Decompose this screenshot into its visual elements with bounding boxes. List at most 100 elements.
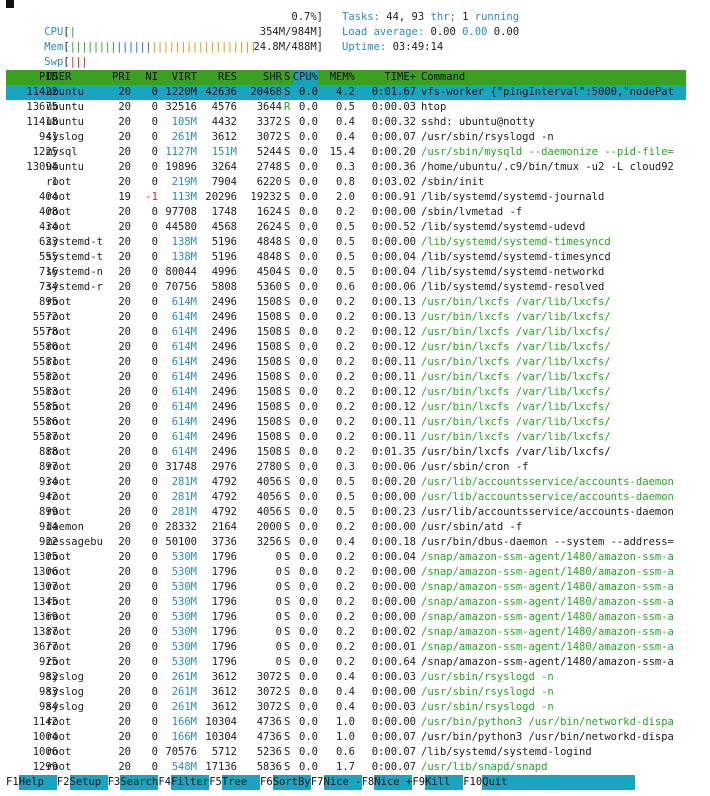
fkey-f3-button[interactable]: Search bbox=[120, 775, 159, 790]
row-res: 2496 bbox=[211, 341, 237, 353]
table-row[interactable]: 11418 ubuntu 20 0 105M 4432 3372 S 0.0 0.4 0:00.32… bbox=[6, 115, 686, 130]
row-time: 0:00.07 bbox=[371, 131, 416, 143]
row-virt: 44580 bbox=[165, 221, 197, 233]
col-mem[interactable]: MEM% bbox=[330, 70, 355, 85]
col-user[interactable]: USER bbox=[46, 70, 71, 85]
table-row[interactable]: 914 daemon 20 0 28332 2164 2000 S 0.0 0.2 0:00.00/… bbox=[6, 520, 686, 535]
table-row[interactable]: 1004 root 20 0 166M 10304 4736 S 0.0 1.0 0:00.07/u… bbox=[6, 730, 686, 745]
table-row[interactable]: 1387 root 20 0 530M 1796 0 S 0.0 0.2 0:00.02/snap/… bbox=[6, 625, 686, 640]
fkey-f1-button[interactable]: Help bbox=[18, 775, 57, 790]
table-row[interactable]: 716 systemd-n 20 0 80044 4996 4504 S 0.0 0.5 0:00.… bbox=[6, 265, 686, 280]
row-state: S bbox=[284, 296, 291, 308]
row-shr: 0 bbox=[275, 656, 282, 668]
fkey-f4-button[interactable]: Filter bbox=[171, 775, 210, 790]
fkey-f9-button[interactable]: Kill bbox=[425, 775, 464, 790]
table-row[interactable]: 899 root 20 0 281M 4792 4056 S 0.0 0.5 0:00.23/usr… bbox=[6, 505, 686, 520]
table-row[interactable]: 984 syslog 20 0 261M 3612 3072 S 0.0 0.4 0:00.03/u… bbox=[6, 700, 686, 715]
row-cpu: 0.0 bbox=[299, 341, 318, 353]
row-cpu: 0.0 bbox=[299, 716, 318, 728]
row-cpu: 0.0 bbox=[299, 281, 318, 293]
row-pri: 20 bbox=[118, 401, 131, 413]
table-row[interactable]: 1307 root 20 0 530M 1796 0 S 0.0 0.2 0:00.00/snap/… bbox=[6, 580, 686, 595]
row-state: R bbox=[284, 101, 291, 113]
row-virt: 281M bbox=[171, 476, 197, 488]
table-row[interactable]: 408 root 20 0 97708 1748 1624 S 0.0 0.2 0:00.00/sb… bbox=[6, 205, 686, 220]
row-shr: 1624 bbox=[256, 206, 282, 218]
row-user: root bbox=[46, 386, 72, 398]
table-row[interactable]: 13094 ubuntu 20 0 19896 3264 2748 S 0.0 0.3 0:00.3… bbox=[6, 160, 686, 175]
table-row[interactable]: 1345 root 20 0 530M 1796 0 S 0.0 0.2 0:00.00/snap/… bbox=[6, 595, 686, 610]
table-row[interactable]: 734 systemd-r 20 0 70756 5808 5360 S 0.0 0.6 0:00.… bbox=[6, 280, 686, 295]
row-shr: 1508 bbox=[256, 356, 282, 368]
table-row[interactable]: 623 systemd-t 20 0 138M 5196 4848 S 0.0 0.5 0:00.0… bbox=[6, 235, 686, 250]
table-row[interactable]: 942 root 20 0 281M 4792 4056 S 0.0 0.5 0:00.00/usr… bbox=[6, 490, 686, 505]
table-row[interactable]: 1142 root 20 0 166M 10304 4736 S 0.0 1.0 0:00.00/u… bbox=[6, 715, 686, 730]
row-user: root bbox=[46, 506, 72, 518]
table-row[interactable]: 1006 root 20 0 70576 5712 5236 S 0.0 0.6 0:00.07/l… bbox=[6, 745, 686, 760]
col-virt[interactable]: VIRT bbox=[172, 70, 197, 85]
table-row[interactable]: 922 messagebu 20 0 50100 3736 3256 S 0.0 0.4 0:00.… bbox=[6, 535, 686, 550]
table-row[interactable]: 941 syslog 20 0 261M 3612 3072 S 0.0 0.4 0:00.07/u… bbox=[6, 130, 686, 145]
col-pri[interactable]: PRI bbox=[112, 70, 131, 85]
row-user: root bbox=[46, 581, 72, 593]
table-row[interactable]: 555 systemd-t 20 0 138M 5196 4848 S 0.0 0.5 0:00.0… bbox=[6, 250, 686, 265]
table-row[interactable]: 897 root 20 0 31748 2976 2780 S 0.0 0.3 0:00.06/us… bbox=[6, 460, 686, 475]
row-user: root bbox=[46, 611, 72, 623]
fkey-f8-button[interactable]: Nice + bbox=[374, 775, 413, 790]
process-table[interactable]: PID USER PRI NI VIRT RES SHR S CPU% MEM%… bbox=[6, 70, 686, 775]
row-ni: 0 bbox=[151, 311, 158, 323]
table-row[interactable]: 982 syslog 20 0 261M 3612 3072 S 0.0 0.4 0:00.03/u… bbox=[6, 670, 686, 685]
row-ni: 0 bbox=[151, 446, 158, 458]
fkey-f4: F4 bbox=[158, 776, 172, 788]
table-row[interactable]: 5582 root 20 0 614M 2496 1508 S 0.0 0.2 0:00.11/us… bbox=[6, 370, 686, 385]
col-state[interactable]: S bbox=[284, 70, 290, 85]
fkey-f2-button[interactable]: Setup bbox=[69, 775, 108, 790]
col-shr[interactable]: SHR bbox=[263, 70, 282, 85]
row-shr: 1508 bbox=[256, 431, 282, 443]
table-row[interactable]: 1225 mysql 20 0 1127M 151M 5244 S 0.0 15.4 0:00.20… bbox=[6, 145, 686, 160]
table-row[interactable]: 1369 root 20 0 530M 1796 0 S 0.0 0.2 0:00.00/snap/… bbox=[6, 610, 686, 625]
col-res[interactable]: RES bbox=[218, 70, 237, 85]
fkey-f10-button[interactable]: Quit bbox=[482, 775, 635, 790]
fkey-f5-button[interactable]: Tree bbox=[221, 775, 260, 790]
table-row[interactable]: 5585 root 20 0 614M 2496 1508 S 0.0 0.2 0:00.12/us… bbox=[6, 400, 686, 415]
row-mem: 1.7 bbox=[336, 761, 355, 773]
table-row[interactable]: 5572 root 20 0 614M 2496 1508 S 0.0 0.2 0:00.13/us… bbox=[6, 310, 686, 325]
table-row[interactable]: 5586 root 20 0 614M 2496 1508 S 0.0 0.2 0:00.11/us… bbox=[6, 415, 686, 430]
row-time: 0:00.11 bbox=[371, 371, 416, 383]
table-row[interactable]: 888 root 20 0 614M 2496 1508 S 0.0 0.2 0:01.35/usr… bbox=[6, 445, 686, 460]
table-row[interactable]: 5580 root 20 0 614M 2496 1508 S 0.0 0.2 0:00.12/us… bbox=[6, 340, 686, 355]
table-row[interactable]: 895 root 20 0 614M 2496 1508 S 0.0 0.2 0:00.13/usr… bbox=[6, 295, 686, 310]
table-row[interactable]: 3677 root 20 0 530M 1796 0 S 0.0 0.2 0:00.01/snap/… bbox=[6, 640, 686, 655]
row-res: 1796 bbox=[211, 551, 237, 563]
col-cpu[interactable]: CPU% bbox=[292, 70, 318, 85]
row-pri: 20 bbox=[118, 221, 131, 233]
table-row[interactable]: 404 root 19 -1 113M 20296 19232 S 0.0 2.0 0:00.91/… bbox=[6, 190, 686, 205]
table-row[interactable]: 1299 root 20 0 548M 17136 5836 S 0.0 1.7 0:00.07/u… bbox=[6, 760, 686, 775]
table-row[interactable]: 5581 root 20 0 614M 2496 1508 S 0.0 0.2 0:00.11/us… bbox=[6, 355, 686, 370]
col-ni[interactable]: NI bbox=[145, 70, 158, 85]
row-command: /usr/bin/lxcfs /var/lib/lxcfs/ bbox=[421, 356, 611, 368]
table-row[interactable]: 13675 ubuntu 20 0 32516 4576 3644 R 0.0 0.5 0:00.0… bbox=[6, 100, 686, 115]
table-row[interactable]: 5583 root 20 0 614M 2496 1508 S 0.0 0.2 0:00.12/us… bbox=[6, 385, 686, 400]
fkey-f6-button[interactable]: SortBy bbox=[272, 775, 311, 790]
col-command[interactable]: Command bbox=[421, 70, 686, 85]
table-row[interactable]: 925 root 20 0 530M 1796 0 S 0.0 0.2 0:00.64/snap/a… bbox=[6, 655, 686, 670]
table-row[interactable]: 934 root 20 0 281M 4792 4056 S 0.0 0.5 0:00.20/usr… bbox=[6, 475, 686, 490]
table-row[interactable]: 1305 root 20 0 530M 1796 0 S 0.0 0.2 0:00.04/snap/… bbox=[6, 550, 686, 565]
row-ni: 0 bbox=[151, 656, 158, 668]
row-command: /usr/lib/accountsservice/accounts-daemon bbox=[421, 506, 674, 518]
table-row[interactable]: 1306 root 20 0 530M 1796 0 S 0.0 0.2 0:00.00/snap/… bbox=[6, 565, 686, 580]
row-pri: 20 bbox=[118, 251, 131, 263]
col-time[interactable]: TIME+ bbox=[384, 70, 416, 85]
table-row[interactable]: 983 syslog 20 0 261M 3612 3072 S 0.0 0.4 0:00.00/u… bbox=[6, 685, 686, 700]
fkey-f7-button[interactable]: Nice - bbox=[323, 775, 362, 790]
table-row[interactable]: 1 root 20 0 219M 7904 6220 S 0.0 0.8 0:03.02/sbin/… bbox=[6, 175, 686, 190]
table-row[interactable]: 5587 root 20 0 614M 2496 1508 S 0.0 0.2 0:00.11/us… bbox=[6, 430, 686, 445]
row-res: 1796 bbox=[211, 626, 237, 638]
table-row-selected[interactable]: 11422 ubuntu 20 0 1220M 42636 20468 S 0.0 4.2 0:01… bbox=[6, 85, 686, 100]
row-virt: 530M bbox=[171, 566, 197, 578]
table-row[interactable]: 434 root 20 0 44580 4568 2624 S 0.0 0.5 0:00.52/li… bbox=[6, 220, 686, 235]
row-user: root bbox=[46, 401, 72, 413]
table-row[interactable]: 5578 root 20 0 614M 2496 1508 S 0.0 0.2 0:00.12/us… bbox=[6, 325, 686, 340]
